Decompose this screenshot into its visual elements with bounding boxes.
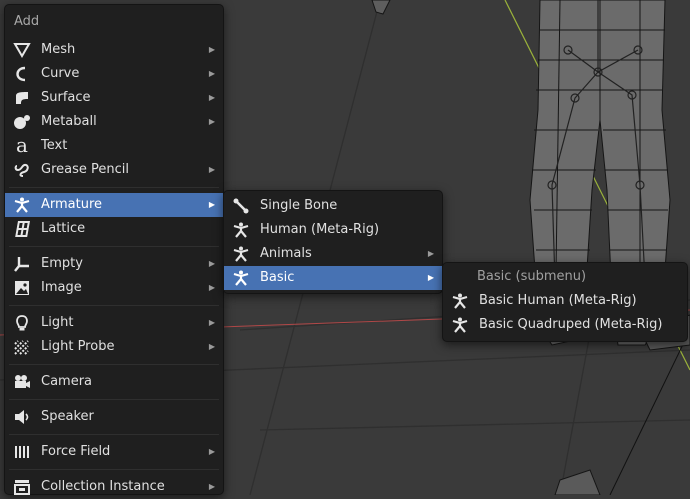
menu-item-label: Light Probe	[41, 339, 115, 354]
armature-icon	[451, 317, 469, 333]
submenu-arrow-icon: ▶	[208, 93, 215, 102]
menu-item-speaker[interactable]: Speaker	[5, 405, 223, 429]
menu-item-collection-instance[interactable]: Collection Instance ▶	[5, 475, 223, 499]
menu-item-text[interactable]: a Text	[5, 134, 223, 158]
menu-item-basic-human[interactable]: Basic Human (Meta-Rig)	[443, 289, 687, 313]
menu-item-camera[interactable]: Camera	[5, 370, 223, 394]
submenu-arrow-icon: ▶	[427, 273, 434, 282]
menu-item-lattice[interactable]: Lattice	[5, 217, 223, 241]
menu-item-label: Text	[41, 138, 68, 153]
menu-separator	[9, 399, 219, 400]
menu-item-label: Image	[41, 280, 82, 295]
menu-item-label: Human (Meta-Rig)	[260, 222, 380, 237]
submenu-arrow-icon: ▶	[208, 447, 215, 456]
collection-instance-icon	[13, 479, 31, 495]
menu-item-animals[interactable]: Animals ▶	[224, 242, 442, 266]
menu-separator	[9, 187, 219, 188]
menu-item-label: Basic Quadruped (Meta-Rig)	[479, 317, 663, 332]
menu-item-human-meta-rig[interactable]: Human (Meta-Rig)	[224, 218, 442, 242]
submenu-arrow-icon: ▶	[208, 165, 215, 174]
menu-item-light[interactable]: Light ▶	[5, 311, 223, 335]
submenu-arrow-icon: ▶	[208, 259, 215, 268]
speaker-icon	[13, 409, 31, 425]
menu-item-label: Collection Instance	[41, 479, 165, 494]
image-icon	[13, 280, 31, 296]
submenu-arrow-icon: ▶	[208, 69, 215, 78]
submenu-arrow-icon: ▶	[208, 283, 215, 292]
menu-item-label: Metaball	[41, 114, 97, 129]
menu-item-basic[interactable]: Basic ▶	[224, 266, 442, 290]
menu-item-label: Speaker	[41, 409, 94, 424]
menu-item-label: Camera	[41, 374, 93, 389]
curve-icon	[13, 66, 31, 82]
menu-item-metaball[interactable]: Metaball ▶	[5, 110, 223, 134]
menu-item-empty[interactable]: Empty ▶	[5, 252, 223, 276]
armature-submenu: Single Bone Human (Meta-Rig) Animals ▶ B…	[223, 190, 443, 294]
menu-item-mesh[interactable]: Mesh ▶	[5, 38, 223, 62]
submenu-arrow-icon: ▶	[208, 200, 215, 209]
armature-icon	[13, 197, 31, 213]
wireframe-hand	[371, 0, 391, 15]
camera-icon	[13, 374, 31, 390]
force-field-icon	[13, 444, 31, 460]
menu-item-basic-quadruped[interactable]: Basic Quadruped (Meta-Rig)	[443, 313, 687, 337]
menu-item-force-field[interactable]: Force Field ▶	[5, 440, 223, 464]
menu-item-label: Animals	[260, 246, 312, 261]
menu-item-label: Surface	[41, 90, 91, 105]
armature-icon	[232, 222, 250, 238]
lattice-icon	[13, 221, 31, 237]
menu-separator	[9, 246, 219, 247]
light-icon	[13, 315, 31, 331]
menu-item-curve[interactable]: Curve ▶	[5, 62, 223, 86]
menu-separator	[9, 434, 219, 435]
armature-icon	[451, 293, 469, 309]
menu-separator	[9, 469, 219, 470]
menu-item-image[interactable]: Image ▶	[5, 276, 223, 300]
mesh-icon	[13, 42, 31, 58]
menu-separator	[9, 364, 219, 365]
menu-item-label: Empty	[41, 256, 83, 271]
add-menu-title: Add	[14, 14, 40, 29]
submenu-arrow-icon: ▶	[208, 45, 215, 54]
submenu-arrow-icon: ▶	[208, 482, 215, 491]
light-probe-icon	[13, 339, 31, 355]
menu-item-label: Light	[41, 315, 74, 330]
menu-item-light-probe[interactable]: Light Probe ▶	[5, 335, 223, 359]
menu-item-label: Mesh	[41, 42, 76, 57]
menu-item-label: Force Field	[41, 444, 111, 459]
empty-icon	[13, 256, 31, 272]
menu-item-surface[interactable]: Surface ▶	[5, 86, 223, 110]
surface-icon	[13, 90, 31, 106]
submenu-arrow-icon: ▶	[427, 249, 434, 258]
menu-separator	[9, 305, 219, 306]
add-menu: Add Mesh ▶ Curve ▶ Surface ▶ Metaball ▶ …	[4, 4, 224, 495]
grease-pencil-icon	[13, 162, 31, 178]
armature-icon	[232, 270, 250, 286]
armature-icon	[232, 246, 250, 262]
menu-item-label: Single Bone	[260, 198, 338, 213]
menu-item-label: Lattice	[41, 221, 86, 236]
basic-submenu: Basic (submenu) Basic Human (Meta-Rig) B…	[442, 262, 688, 342]
submenu-arrow-icon: ▶	[208, 318, 215, 327]
text-icon: a	[16, 133, 28, 157]
submenu-arrow-icon: ▶	[208, 342, 215, 351]
metaball-icon	[13, 114, 31, 130]
basic-submenu-title: Basic (submenu)	[477, 269, 587, 284]
menu-item-label: Curve	[41, 66, 80, 81]
menu-item-label: Basic	[260, 270, 295, 285]
menu-item-label: Armature	[41, 197, 103, 212]
menu-item-single-bone[interactable]: Single Bone	[224, 194, 442, 218]
menu-item-label: Basic Human (Meta-Rig)	[479, 293, 637, 308]
menu-item-label: Grease Pencil	[41, 162, 129, 177]
bone-icon	[232, 198, 250, 214]
menu-item-armature[interactable]: Armature ▶	[5, 193, 223, 217]
menu-item-grease-pencil[interactable]: Grease Pencil ▶	[5, 158, 223, 182]
submenu-arrow-icon: ▶	[208, 117, 215, 126]
